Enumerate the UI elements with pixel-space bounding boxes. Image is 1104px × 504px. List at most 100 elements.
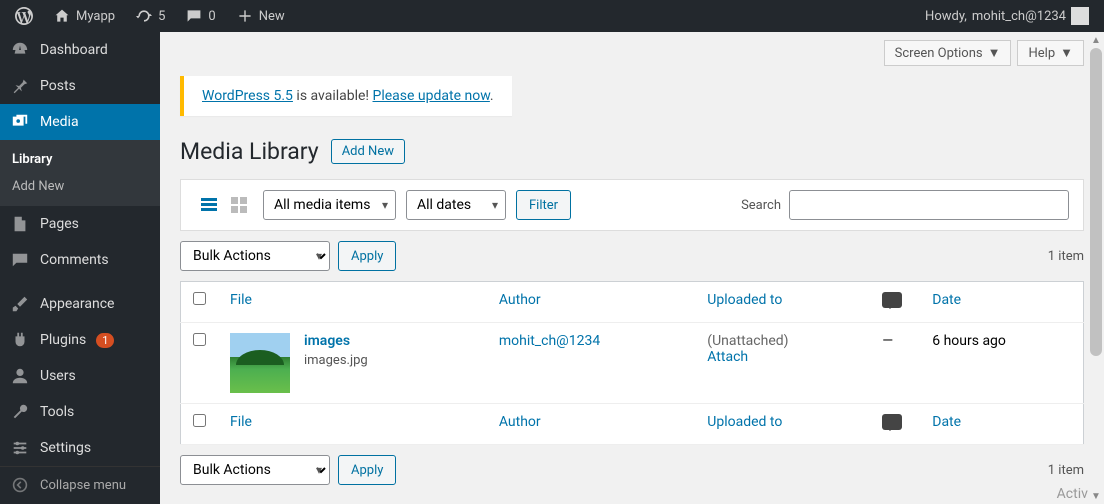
author-link[interactable]: mohit_ch@1234: [499, 333, 600, 349]
scroll-track[interactable]: [1088, 48, 1104, 488]
col-author-foot[interactable]: Author: [487, 404, 695, 445]
menu-posts[interactable]: Posts: [0, 68, 160, 104]
comments-link[interactable]: 0: [178, 0, 222, 32]
plugins-badge: 1: [96, 333, 114, 348]
bulk-actions-select[interactable]: Bulk Actions: [180, 241, 330, 271]
col-file-foot[interactable]: File: [218, 404, 487, 445]
submenu-add-new[interactable]: Add New: [0, 173, 160, 200]
menu-label: Media: [40, 114, 79, 130]
update-nag: WordPress 5.5 is available! Please updat…: [180, 76, 512, 116]
col-uploaded-to-foot[interactable]: Uploaded to: [695, 404, 870, 445]
account-link[interactable]: Howdy, mohit_ch@1234: [918, 0, 1096, 32]
menu-label: Pages: [40, 216, 79, 232]
admin-bar-right: Howdy, mohit_ch@1234: [918, 0, 1096, 32]
pin-icon: [10, 76, 30, 96]
plus-icon: [236, 7, 254, 25]
admin-bar-left: Myapp 5 0 New: [8, 0, 292, 32]
col-author[interactable]: Author: [487, 282, 695, 323]
search-wrap: Search: [741, 190, 1069, 220]
media-icon: [10, 112, 30, 132]
col-uploaded-to[interactable]: Uploaded to: [695, 282, 870, 323]
apply-button[interactable]: Apply: [338, 241, 396, 271]
menu-users[interactable]: Users: [0, 358, 160, 394]
menu-comments[interactable]: Comments: [0, 242, 160, 278]
scroll-thumb[interactable]: [1090, 48, 1102, 356]
howdy-username: mohit_ch@1234: [972, 9, 1066, 24]
collapse-menu[interactable]: Collapse menu: [0, 466, 160, 503]
apply-button-bottom[interactable]: Apply: [338, 455, 396, 485]
col-file[interactable]: File: [218, 282, 487, 323]
site-name-link[interactable]: Myapp: [46, 0, 122, 32]
media-type-select[interactable]: All media items: [263, 190, 396, 220]
menu-label: Plugins: [40, 332, 86, 348]
menu-label: Settings: [40, 440, 91, 456]
tablenav-bottom: Bulk Actions Apply 1 item: [180, 455, 1084, 485]
row-comments: —: [870, 323, 920, 404]
menu-settings[interactable]: Settings: [0, 430, 160, 466]
wrench-icon: [10, 402, 30, 422]
row-checkbox[interactable]: [193, 333, 206, 346]
menu-label: Users: [40, 368, 76, 384]
table-row: images images.jpg mohit_ch@1234 (Unattac…: [181, 323, 1084, 404]
bulk-actions-select-bottom[interactable]: Bulk Actions: [180, 455, 330, 485]
item-count-bottom: 1 item: [1048, 463, 1084, 478]
search-input[interactable]: [789, 190, 1069, 220]
chevron-down-icon: ▼: [988, 45, 1001, 61]
updates-link[interactable]: 5: [128, 0, 172, 32]
menu-label: Dashboard: [40, 42, 108, 58]
vertical-scrollbar[interactable]: ▲ ▼: [1088, 32, 1104, 504]
media-filename: images.jpg: [304, 353, 368, 368]
comment-icon: [185, 7, 203, 25]
list-view-button[interactable]: [195, 191, 223, 219]
wp-logo[interactable]: [8, 0, 40, 32]
menu-pages[interactable]: Pages: [0, 206, 160, 242]
add-new-button[interactable]: Add New: [331, 139, 405, 164]
content-area: Screen Options ▼ Help ▼ WordPress 5.5 is…: [160, 32, 1104, 504]
select-all-checkbox-bottom[interactable]: [193, 414, 206, 427]
admin-bar: Myapp 5 0 New Howdy, mohit_ch@1234: [0, 0, 1104, 32]
bulk-select-wrap-bottom: Bulk Actions: [180, 455, 330, 485]
media-table: File Author Uploaded to Date images: [180, 281, 1084, 445]
wordpress-icon: [15, 7, 33, 25]
filter-button[interactable]: Filter: [516, 190, 571, 220]
brush-icon: [10, 294, 30, 314]
help-label: Help: [1028, 46, 1055, 61]
col-date-foot[interactable]: Date: [920, 404, 1083, 445]
screen-options-button[interactable]: Screen Options ▼: [884, 40, 1012, 66]
menu-label: Appearance: [40, 296, 114, 312]
sliders-icon: [10, 438, 30, 458]
admin-menu: Dashboard Posts Media Library Add New Pa…: [0, 32, 160, 504]
update-now-link[interactable]: Please update now: [373, 88, 490, 104]
screen-options-label: Screen Options: [895, 46, 983, 61]
comments-column-icon: [882, 414, 902, 430]
menu-dashboard[interactable]: Dashboard: [0, 32, 160, 68]
scroll-up-arrow[interactable]: ▲: [1091, 32, 1101, 48]
collapse-icon: [10, 475, 30, 495]
menu-appearance[interactable]: Appearance: [0, 286, 160, 322]
col-date[interactable]: Date: [920, 282, 1083, 323]
update-version-link[interactable]: WordPress 5.5: [202, 88, 293, 104]
menu-label: Comments: [40, 252, 109, 268]
dates-select-wrap: All dates: [406, 190, 506, 220]
menu-label: Tools: [40, 404, 74, 420]
dates-select[interactable]: All dates: [406, 190, 506, 220]
submenu-library[interactable]: Library: [0, 146, 160, 173]
search-label: Search: [741, 198, 781, 213]
thumbnail[interactable]: [230, 333, 290, 393]
item-count: 1 item: [1048, 249, 1084, 264]
tablenav-left: Bulk Actions Apply: [180, 241, 396, 271]
comments-column-icon: [882, 292, 902, 308]
menu-plugins[interactable]: Plugins 1: [0, 322, 160, 358]
menu-media[interactable]: Media: [0, 104, 160, 140]
top-buttons: Screen Options ▼ Help ▼: [884, 40, 1084, 66]
grid-view-button[interactable]: [225, 191, 253, 219]
select-all-checkbox[interactable]: [193, 292, 206, 305]
uploaded-to-text: (Unattached): [707, 333, 858, 349]
new-label: New: [259, 9, 285, 24]
attach-link[interactable]: Attach: [707, 349, 858, 365]
new-content-link[interactable]: New: [229, 0, 292, 32]
help-button[interactable]: Help ▼: [1017, 40, 1084, 66]
media-title-link[interactable]: images: [304, 333, 368, 349]
menu-tools[interactable]: Tools: [0, 394, 160, 430]
scroll-down-arrow[interactable]: ▼: [1091, 488, 1101, 504]
